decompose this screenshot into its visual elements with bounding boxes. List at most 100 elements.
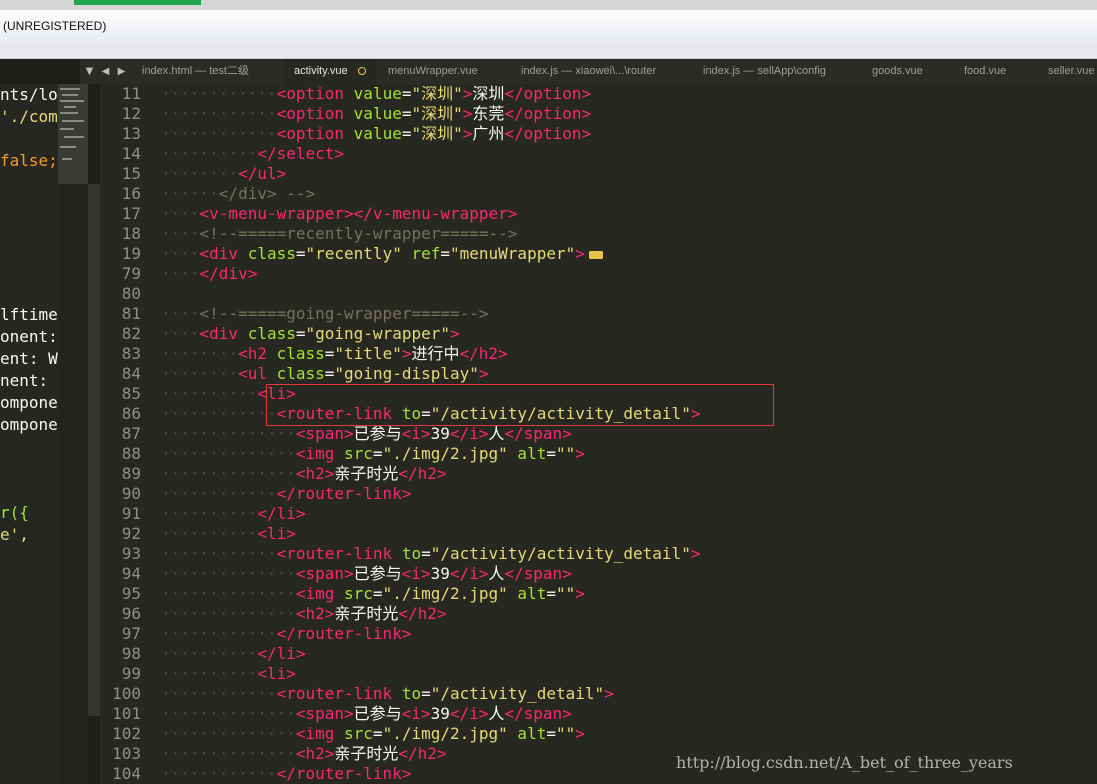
code-token: "深圳" [411, 104, 463, 123]
code-token: "./img/2.jpg" [382, 584, 508, 603]
code-token: alt [507, 444, 547, 463]
code-token: <router-link [276, 684, 393, 703]
indent-guide: ············ [161, 124, 277, 143]
code-token: 广州 [472, 124, 505, 143]
line-number: 98 [121, 644, 141, 663]
code-token: <!--=====going-wrapper=====--> [199, 304, 489, 323]
code-text: ··········</li> [161, 644, 306, 664]
tab-activity-vue[interactable]: activity.vue [284, 59, 376, 84]
code-token: = [295, 244, 306, 263]
code-token: = [372, 724, 383, 743]
code-text: ············</router-link> [161, 764, 411, 784]
pane-scrollbar[interactable] [88, 84, 100, 784]
code-text: ············<router-link to="/activity_d… [161, 684, 614, 704]
folded-region-icon[interactable] [588, 250, 603, 259]
indent-guide: ·············· [161, 564, 296, 583]
taskbar-indicator [74, 0, 201, 5]
line-number: 100 [112, 684, 141, 703]
code-editor[interactable]: 11 ············<option value="深圳">深圳</opt… [100, 84, 1097, 784]
minimap[interactable] [58, 84, 88, 184]
indent-guide: ·············· [161, 584, 296, 603]
line-number: 101 [112, 704, 141, 723]
code-token: > [450, 324, 460, 343]
line-number: 81 [121, 304, 141, 323]
code-text: ········<ul class="going-display"> [161, 364, 489, 384]
code-text: ····<!--=====going-wrapper=====--> [161, 304, 489, 324]
minimap-line [64, 106, 76, 108]
code-text: ··············<img src="./img/2.jpg" alt… [161, 724, 585, 744]
left-editor-pane[interactable]: nts/lo './com false; lftime onent: ent: W nent… [0, 84, 58, 784]
line-number: 93 [121, 544, 141, 563]
line-number: 95 [121, 584, 141, 603]
indent-guide: ············ [161, 684, 277, 703]
tab-goods-vue[interactable]: goods.vue [872, 59, 923, 84]
code-token: <i> [401, 564, 431, 583]
indent-guide: ···· [161, 244, 200, 263]
minimap-line [60, 100, 84, 102]
tab-index-js-config[interactable]: index.js — sellApp\config [703, 59, 826, 84]
tab-next-icon[interactable]: ▶ [116, 66, 127, 77]
line-number: 15 [121, 164, 141, 183]
tab-prev-icon[interactable]: ◀ [100, 66, 111, 77]
indent-guide: ·············· [161, 444, 296, 463]
tab-label: seller.vue [1048, 65, 1095, 77]
indent-guide: ·········· [161, 644, 258, 663]
code-token: <span> [295, 424, 354, 443]
code-token: 39 [430, 704, 450, 723]
code-token: > [575, 584, 585, 603]
line-number: 94 [121, 564, 141, 583]
indent-guide: ········ [161, 364, 239, 383]
indent-guide: ········ [161, 344, 239, 363]
tab-label: index.js — xiaowei\...\router [521, 65, 657, 77]
tab-menuwrapper-vue[interactable]: menuWrapper.vue [388, 59, 478, 84]
line-number: 88 [121, 444, 141, 463]
code-token: 东莞 [472, 104, 505, 123]
code-token: alt [507, 724, 547, 743]
code-token: "menuWrapper" [450, 244, 576, 263]
code-token: = [295, 324, 306, 343]
code-token: > [462, 84, 473, 103]
code-text: ····</div> [161, 264, 257, 284]
code-token: 已参与 [353, 424, 402, 443]
code-text: ··············<img src="./img/2.jpg" alt… [161, 584, 585, 604]
side-code-line: onent: [0, 327, 58, 346]
code-text: ··············<h2>亲子时光</h2> [161, 744, 447, 764]
side-code-line: r({ [0, 503, 29, 522]
code-text: ····<v-menu-wrapper></v-menu-wrapper> [161, 204, 517, 224]
tab-index-html[interactable]: index.html — test二级 [142, 59, 249, 84]
tab-label: activity.vue [294, 65, 348, 77]
code-text: ····<!--=====recently-wrapper=====--> [161, 224, 517, 244]
tab-seller-vue[interactable]: seller.vue [1048, 59, 1094, 84]
code-token: <span> [295, 704, 354, 723]
code-text: ············<option value="深圳">深圳</optio… [161, 84, 591, 104]
indent-guide: ············ [161, 404, 277, 423]
tab-bar-left-stub [0, 59, 80, 84]
code-token: <router-link [276, 544, 393, 563]
code-text: ············<router-link to="/activity/a… [161, 544, 700, 564]
code-token: </div> --> [218, 184, 316, 203]
tab-index-js-router[interactable]: index.js — xiaowei\...\router [521, 59, 656, 84]
indent-guide: ·········· [161, 144, 258, 163]
tab-list-menu-icon[interactable]: ▼ [84, 66, 95, 77]
side-code-line: nts/lo [0, 85, 58, 104]
minimap-line [60, 146, 76, 148]
code-token: <img [295, 724, 335, 743]
scrollbar-thumb[interactable] [88, 184, 100, 716]
code-token: <option [276, 124, 345, 143]
code-token: class [238, 324, 296, 343]
code-token: </h2> [398, 744, 447, 763]
tab-food-vue[interactable]: food.vue [964, 59, 1006, 84]
code-token: = [546, 724, 556, 743]
code-token: value [344, 124, 402, 143]
code-token: "" [555, 724, 576, 743]
line-number: 18 [121, 224, 141, 243]
code-token: <div [199, 324, 239, 343]
minimap-line [60, 128, 74, 130]
code-token: "深圳" [411, 124, 463, 143]
code-token: </select> [257, 144, 345, 163]
code-token: 已参与 [353, 704, 402, 723]
code-token: src [334, 444, 373, 463]
code-token: <ul [238, 364, 267, 383]
code-token: "title" [334, 344, 402, 363]
line-number: 86 [121, 404, 141, 423]
